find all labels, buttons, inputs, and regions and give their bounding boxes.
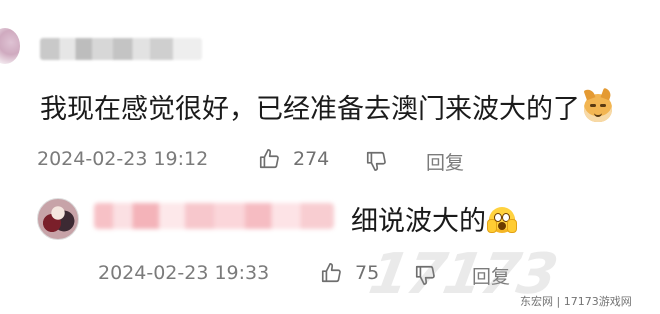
replier-avatar[interactable] [37,198,79,240]
comment-timestamp: 2024-02-23 19:12 [37,148,209,170]
thumbs-up-icon[interactable] [258,148,280,170]
replier-name-blurred[interactable] [94,203,334,229]
like-count: 274 [293,148,330,170]
comment-text-content: 我现在感觉很好，已经准备去澳门来波大的了 [40,94,580,125]
thumbs-down-icon[interactable] [365,150,387,172]
reply-button[interactable]: 回复 [426,148,464,175]
thumbs-up-icon[interactable] [320,262,342,284]
comment-text: 我现在感觉很好，已经准备去澳门来波大的了 [40,88,612,132]
reply-text: 细说波大的 [351,200,517,244]
reply-text-content: 细说波大的 [351,206,486,237]
commenter-name-blurred[interactable] [40,38,202,60]
screaming-face-emoji-icon [487,206,517,233]
commenter-avatar[interactable] [0,28,20,64]
reply-timestamp: 2024-02-23 19:33 [98,262,270,284]
watermark-text: 东宏网 | 17173游戏网 [520,295,632,308]
dog-face-emoji-icon [584,93,612,122]
